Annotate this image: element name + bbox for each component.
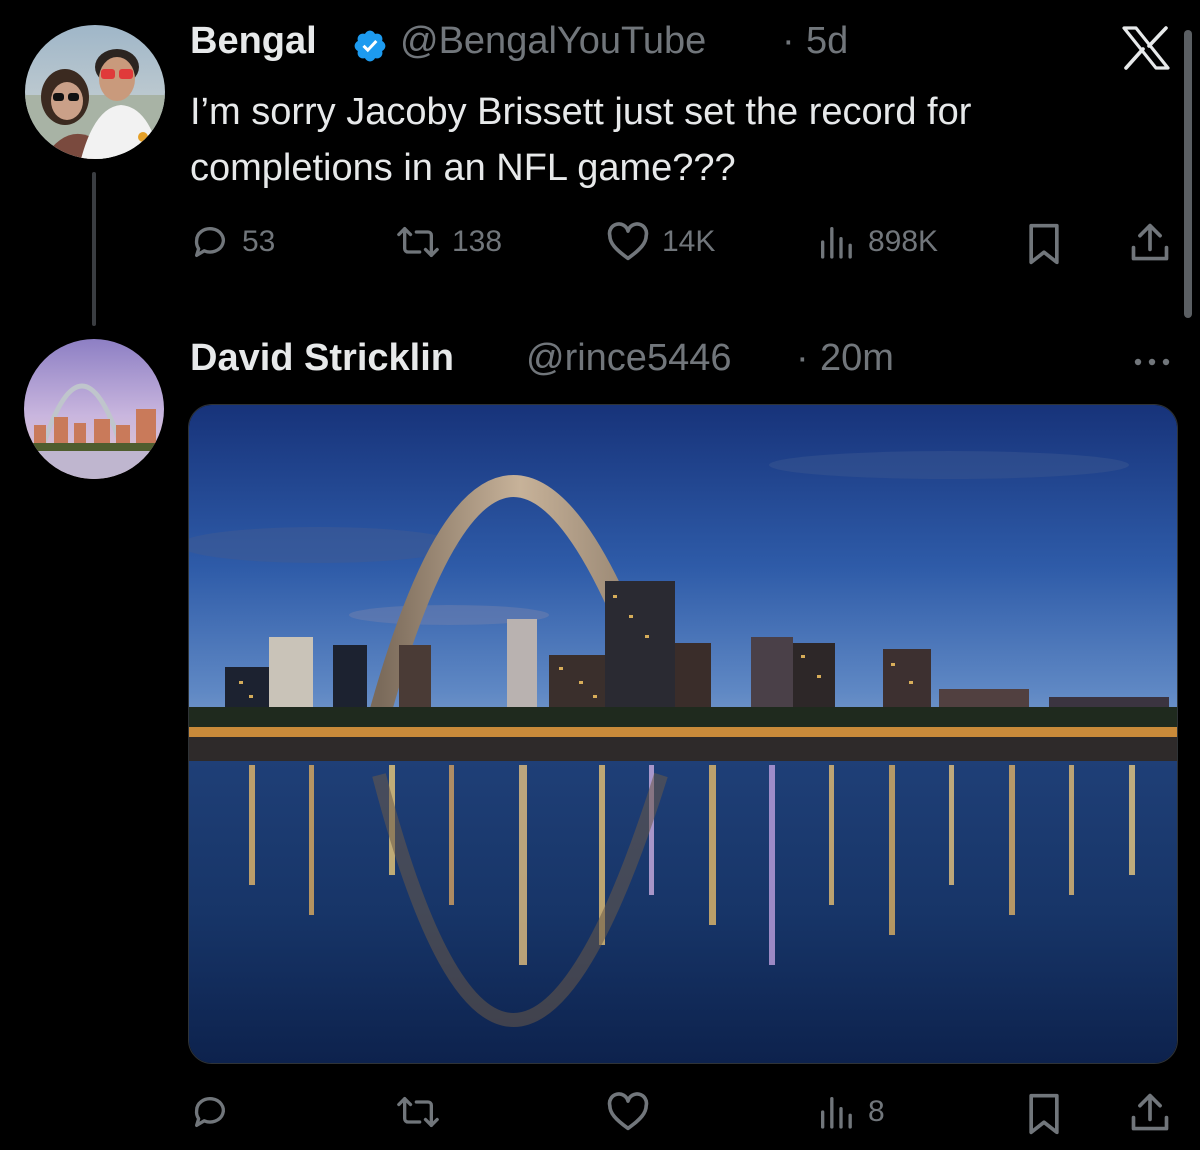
- post-time[interactable]: 5d: [806, 20, 848, 63]
- avatar-david-stricklin[interactable]: [24, 339, 164, 479]
- like-count: 14K: [662, 225, 716, 258]
- repost-icon: [397, 227, 439, 257]
- heart-icon: [607, 1092, 649, 1131]
- author-handle[interactable]: @BengalYouTube: [400, 20, 706, 63]
- tweet-text: I’m sorry Jacoby Brissett just set the r…: [190, 91, 972, 189]
- more-dots-icon[interactable]: [1130, 355, 1174, 369]
- verified-badge-icon: [352, 28, 388, 64]
- repost-icon: [397, 1097, 439, 1127]
- avatar-bengal[interactable]: [25, 25, 165, 159]
- share-icon[interactable]: [1128, 1090, 1172, 1136]
- reply-button[interactable]: [190, 1092, 230, 1132]
- bookmark-icon[interactable]: [1024, 222, 1064, 266]
- thread-connector-line: [92, 172, 96, 326]
- reply-icon: [194, 227, 225, 257]
- reply-icon: [194, 1097, 225, 1127]
- meta-separator: ·: [796, 337, 809, 379]
- share-icon[interactable]: [1128, 220, 1172, 266]
- repost-count: 138: [452, 225, 503, 258]
- meta-separator: ·: [782, 20, 795, 62]
- view-count: 8: [868, 1095, 885, 1128]
- views-bar-chart-icon: [821, 227, 852, 259]
- like-button[interactable]: [606, 1092, 650, 1132]
- views-button[interactable]: 8: [816, 1092, 885, 1132]
- heart-icon: [607, 222, 649, 261]
- tweet-media-image[interactable]: [188, 404, 1178, 1064]
- repost-button[interactable]: 138: [396, 222, 502, 262]
- views-button[interactable]: 898K: [816, 222, 938, 262]
- author-handle[interactable]: @rince5446: [526, 337, 731, 380]
- author-name[interactable]: David Stricklin: [190, 337, 454, 380]
- repost-button[interactable]: [396, 1092, 440, 1132]
- post-time[interactable]: 20m: [820, 337, 894, 380]
- reply-count: 53: [242, 225, 276, 258]
- x-logo-icon[interactable]: [1122, 26, 1170, 70]
- views-bar-chart-icon: [821, 1097, 852, 1129]
- scrollbar[interactable]: [1184, 30, 1192, 318]
- reply-button[interactable]: 53: [190, 222, 275, 262]
- author-name[interactable]: Bengal: [190, 20, 317, 63]
- like-button[interactable]: 14K: [606, 222, 715, 262]
- bookmark-icon[interactable]: [1024, 1092, 1064, 1136]
- view-count: 898K: [868, 225, 939, 258]
